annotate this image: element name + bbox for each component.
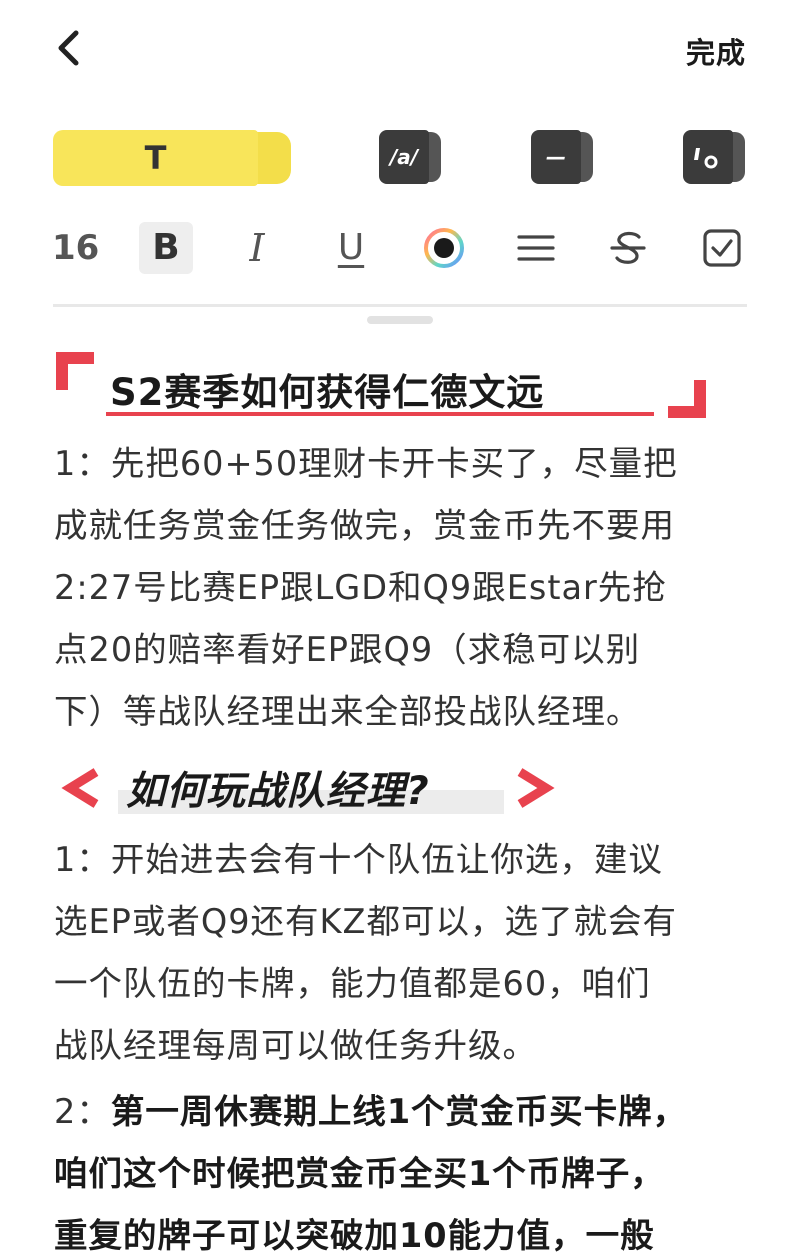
quote-icon [694, 148, 718, 169]
paragraph-line[interactable]: 重复的牌子可以突破加10能力值，一般 [54, 1208, 655, 1257]
align-button[interactable] [512, 222, 560, 274]
text-style-tab-label: T [144, 139, 167, 177]
paragraph-line[interactable]: 1：先把60+50理财卡开卡买了，尽量把 [54, 436, 678, 485]
divider-style-tab-label: — [546, 145, 566, 169]
paragraph-line[interactable]: 点20的赔率看好EP跟Q9（求稳可以别 [54, 622, 640, 671]
done-button[interactable]: 完成 [686, 30, 746, 72]
checkbox-icon [703, 229, 741, 267]
chevron-left-red-icon [61, 768, 99, 808]
paragraph-line[interactable]: 2:27号比赛EP跟LGD和Q9跟Estar先抢 [54, 560, 667, 609]
align-lines-icon [517, 235, 555, 261]
paragraph-line[interactable]: 下）等战队经理出来全部投战队经理。 [54, 684, 641, 733]
back-button[interactable] [50, 28, 90, 68]
paragraph-line[interactable]: 2：第一周休赛期上线1个赏金币买卡牌， [54, 1084, 687, 1133]
quote-style-tab[interactable] [683, 130, 745, 184]
strikethrough-button[interactable] [604, 222, 652, 274]
text-style-tab[interactable]: T [53, 130, 291, 186]
chevron-right-red-icon [517, 768, 555, 808]
chevron-left-icon [58, 30, 79, 66]
text-color-button[interactable] [420, 222, 468, 274]
bold-button[interactable]: B [139, 222, 193, 274]
font-size-button[interactable]: 16 [52, 222, 99, 274]
paragraph-line[interactable]: 1：开始进去会有十个队伍让你选，建议 [54, 832, 663, 881]
content-title[interactable]: S2赛季如何获得仁德文远 [110, 362, 544, 416]
content-subtitle[interactable]: 如何玩战队经理? [126, 760, 430, 816]
paragraph-line[interactable]: 战队经理每周可以做任务升级。 [54, 1018, 537, 1067]
bold-text: 第一周休赛期上线1个赏金币买卡牌， [110, 1092, 688, 1131]
list-number: 2： [54, 1092, 111, 1131]
paragraph-line[interactable]: 选EP或者Q9还有KZ都可以，选了就会有 [54, 894, 677, 943]
pinyin-style-tab-label: /a/ [389, 145, 419, 169]
paragraph-line[interactable]: 咱们这个时候把赏金币全买1个币牌子， [54, 1146, 665, 1195]
drag-handle[interactable] [367, 316, 433, 324]
color-wheel-icon [424, 228, 464, 268]
paragraph-line[interactable]: 一个队伍的卡牌，能力值都是60，咱们 [54, 956, 651, 1005]
checklist-button[interactable] [698, 222, 746, 274]
italic-button[interactable]: I [232, 222, 282, 274]
divider-style-tab[interactable]: — [531, 130, 593, 184]
pinyin-style-tab[interactable]: /a/ [379, 130, 441, 184]
strikethrough-icon [610, 231, 646, 264]
bracket-top-left-icon [56, 352, 94, 390]
toolbar-divider [53, 304, 747, 307]
paragraph-line[interactable]: 成就任务赏金任务做完，赏金币先不要用 [54, 498, 675, 547]
bracket-bottom-right-icon [668, 380, 706, 418]
underline-button[interactable]: U [326, 222, 376, 274]
